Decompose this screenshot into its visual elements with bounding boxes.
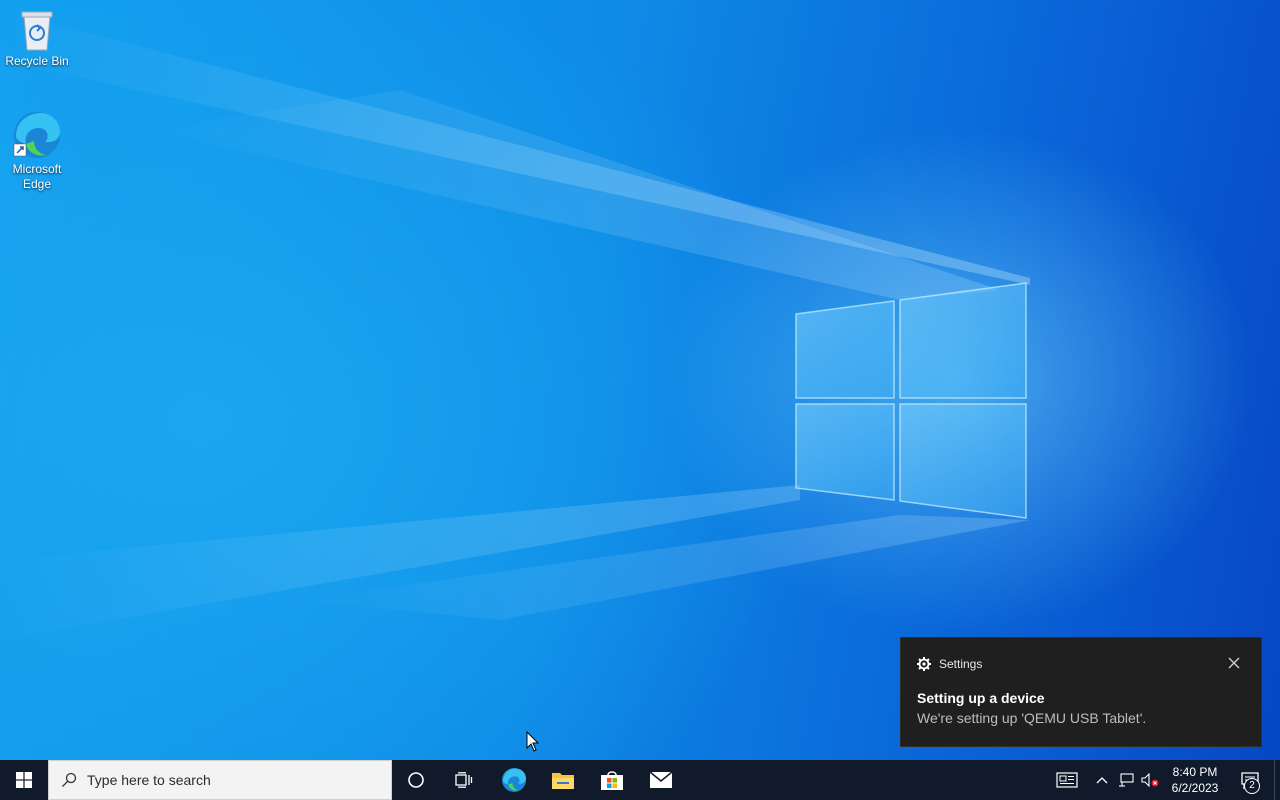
recycle-bin-label: Recycle Bin <box>5 54 69 68</box>
windows-start-icon <box>16 772 32 788</box>
volume-tray-button[interactable] <box>1140 760 1160 800</box>
toast-title: Setting up a device <box>917 690 1045 706</box>
desktop-background[interactable]: Recycle Bin Microsoft Edge Settings Sett… <box>0 0 1280 760</box>
show-desktop-button[interactable] <box>1274 760 1280 800</box>
toast-body: We're setting up 'QEMU USB Tablet'. <box>917 710 1147 726</box>
gear-icon <box>917 657 931 671</box>
taskbar-file-explorer-button[interactable] <box>541 760 585 800</box>
edge-label: Microsoft Edge <box>12 162 62 191</box>
mouse-cursor-icon <box>526 731 540 752</box>
news-icon <box>1056 772 1078 788</box>
chevron-up-icon <box>1096 777 1108 784</box>
edge-icon <box>502 768 526 792</box>
edge-icon <box>13 112 60 158</box>
desktop-icon-microsoft-edge[interactable]: Microsoft Edge <box>0 110 74 192</box>
desktop-icon-recycle-bin[interactable]: Recycle Bin <box>0 8 74 69</box>
file-explorer-icon <box>552 773 574 789</box>
taskbar-store-button[interactable] <box>590 760 634 800</box>
toast-app-name: Settings <box>939 657 983 671</box>
taskbar-clock[interactable]: 8:40 PM 6/2/2023 <box>1162 760 1228 800</box>
start-button[interactable] <box>0 760 48 800</box>
toast-header: Settings <box>917 657 982 671</box>
notification-toast[interactable]: Settings Setting up a device We're setti… <box>900 637 1262 747</box>
network-icon <box>1119 773 1134 787</box>
taskbar-mail-button[interactable] <box>639 760 683 800</box>
action-center-button[interactable]: 2 <box>1234 760 1266 800</box>
show-hidden-icons-button[interactable] <box>1092 760 1112 800</box>
store-icon <box>601 771 623 790</box>
taskbar-edge-button[interactable] <box>492 760 536 800</box>
volume-muted-icon <box>1141 773 1159 787</box>
taskbar-search-box[interactable]: Type here to search <box>48 760 392 800</box>
clock-time: 8:40 PM <box>1172 765 1218 779</box>
news-widget-button[interactable] <box>1052 760 1082 800</box>
search-placeholder: Type here to search <box>87 772 211 788</box>
windows-logo-wallpaper <box>795 282 1027 519</box>
recycle-bin-icon <box>21 11 53 51</box>
task-view-icon <box>455 772 473 788</box>
cortana-button[interactable] <box>394 760 438 800</box>
notification-count-badge: 2 <box>1244 778 1260 794</box>
network-tray-button[interactable] <box>1116 760 1136 800</box>
mail-icon <box>649 771 673 788</box>
taskbar: Type here to search 8:40 PM 6/2/2023 2 <box>0 760 1280 800</box>
task-view-button[interactable] <box>442 760 486 800</box>
clock-date: 6/2/2023 <box>1171 781 1219 795</box>
search-icon <box>62 772 77 787</box>
cortana-icon <box>408 772 424 788</box>
close-icon[interactable] <box>1227 656 1241 670</box>
